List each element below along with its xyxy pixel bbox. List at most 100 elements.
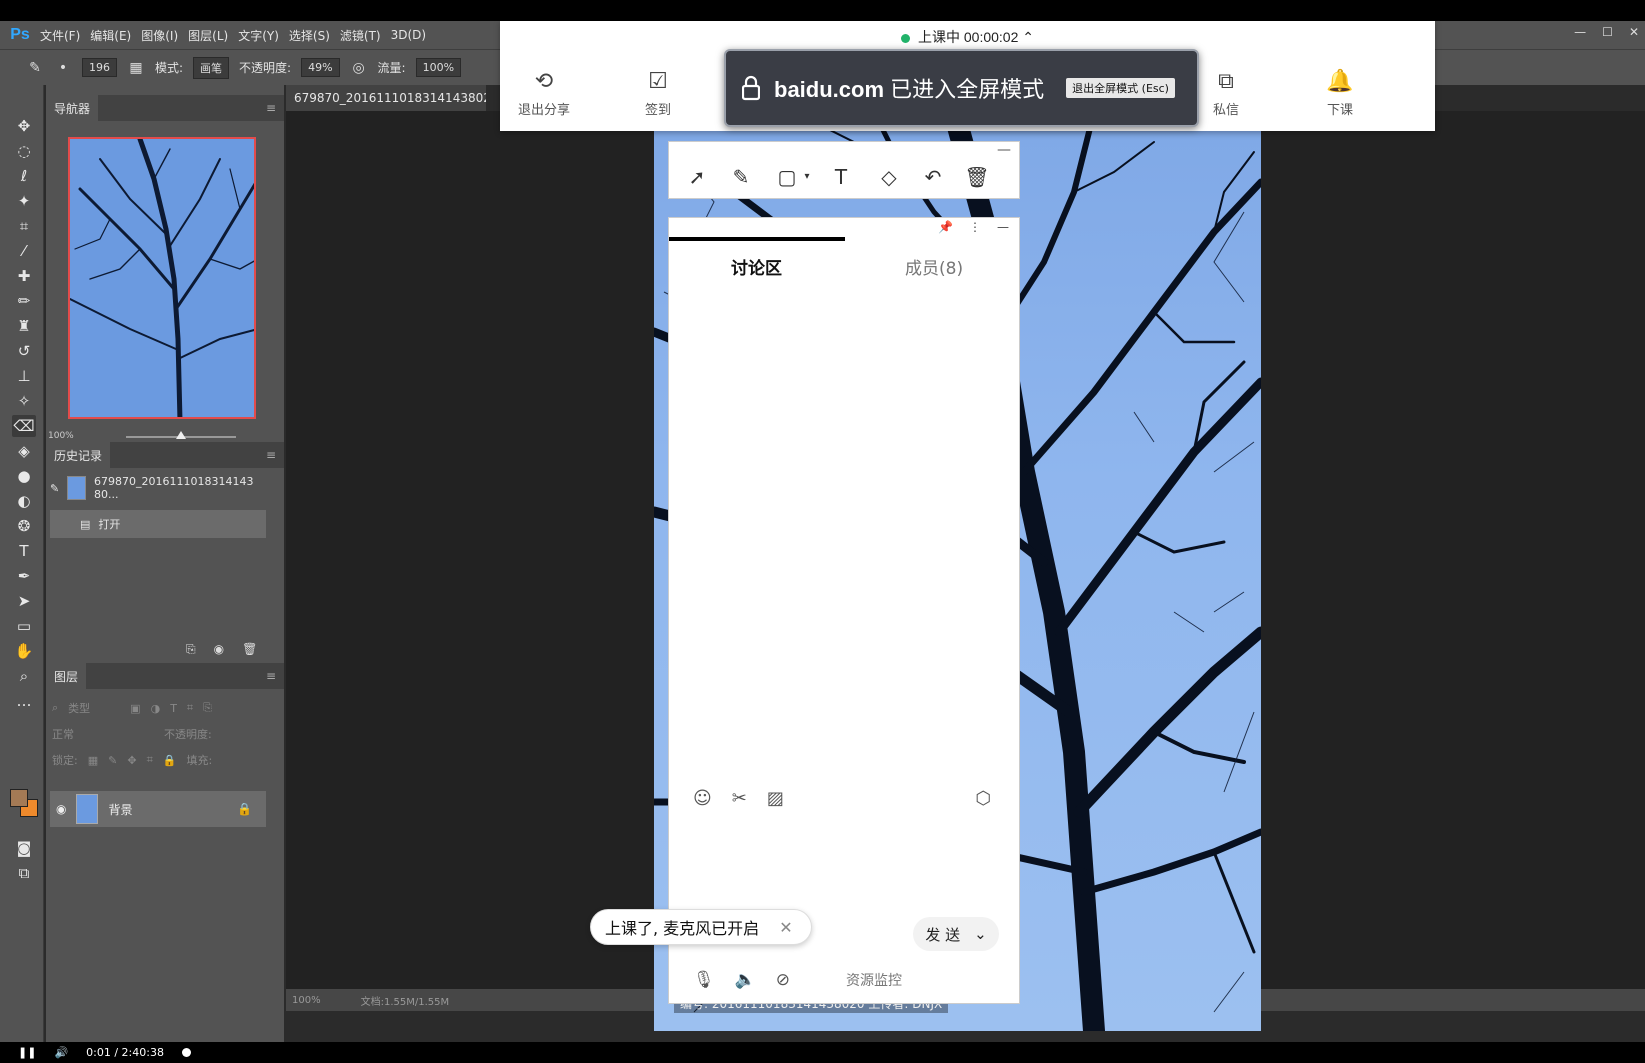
new-snapshot-icon[interactable]: ◉	[214, 642, 224, 657]
menu-filter[interactable]: 滤镜(T)	[340, 27, 391, 44]
exit-share-button[interactable]: ⟲ 退出分享	[504, 69, 584, 118]
lasso-tool-icon[interactable]: ℓ	[12, 165, 36, 187]
hand-tool-icon[interactable]: ✋	[12, 640, 36, 662]
blend-mode-select[interactable]: 正常	[52, 726, 74, 742]
minimize-icon[interactable]: —	[1574, 25, 1586, 39]
clone-stamp-tool-icon[interactable]: ♜	[12, 315, 36, 337]
menu-type[interactable]: 文字(Y)	[238, 27, 289, 44]
resource-monitor-link[interactable]: 资源监控	[846, 970, 902, 990]
marquee-tool-icon[interactable]: ◌	[12, 140, 36, 162]
more-icon[interactable]: ⋮	[969, 220, 981, 234]
dodge-tool-icon[interactable]: ◐	[12, 490, 36, 512]
pressure-opacity-icon[interactable]: ◎	[350, 59, 368, 77]
panel-menu-icon[interactable]: ≡	[266, 448, 276, 462]
pen-tool-icon[interactable]: ✒	[12, 565, 36, 587]
move-tool-icon[interactable]: ✥	[12, 115, 36, 137]
path-selection-tool-icon[interactable]: ➤	[12, 590, 36, 612]
eraser-tool-icon[interactable]: ⌫	[12, 415, 36, 437]
layer-filter-select[interactable]: 类型	[68, 700, 90, 716]
close-icon[interactable]: ✕	[779, 918, 792, 937]
opacity-input[interactable]: 49%	[301, 58, 340, 77]
history-state-open[interactable]: ▤ 打开	[50, 510, 266, 538]
navigator-thumbnail[interactable]	[68, 137, 256, 419]
menu-file[interactable]: 文件(F)	[40, 27, 90, 44]
crop-tool-icon[interactable]: ⌗	[12, 215, 36, 237]
close-icon[interactable]: ✕	[1629, 25, 1639, 39]
eraser-icon[interactable]: ✎	[26, 59, 44, 77]
history-tab[interactable]: 历史记录 ≡	[46, 441, 284, 469]
camera-off-icon[interactable]: ⊘	[776, 970, 790, 990]
volume-icon[interactable]: 🔊	[54, 1046, 68, 1059]
magic-wand-tool-icon[interactable]: ✦	[12, 190, 36, 212]
undo-icon[interactable]: ↶	[919, 164, 947, 190]
layers-tab[interactable]: 图层 ≡	[46, 662, 284, 690]
text-icon[interactable]: T	[827, 164, 855, 190]
brush-preset-icon[interactable]: •	[54, 59, 72, 77]
eraser-icon[interactable]: ◇	[875, 164, 903, 190]
sponge-tool-icon[interactable]: ❂	[12, 515, 36, 537]
mode-select[interactable]: 画笔	[193, 56, 230, 79]
select-arrow-icon[interactable]: ➚	[683, 164, 711, 190]
filter-smart-icon[interactable]: ⎘	[203, 701, 212, 715]
end-class-button[interactable]: 🔔 下课	[1300, 69, 1380, 118]
exit-fullscreen-button[interactable]: 退出全屏模式 (Esc)	[1066, 78, 1175, 98]
send-button[interactable]: 发 送 ⌄	[913, 917, 999, 951]
pause-icon[interactable]: ❚❚	[18, 1046, 36, 1059]
filter-adjust-icon[interactable]: ◑	[151, 702, 161, 715]
paint-bucket-tool-icon[interactable]: ◈	[12, 440, 36, 462]
pen-icon[interactable]: ✎	[727, 164, 755, 190]
tab-discussion[interactable]: 讨论区	[731, 254, 782, 279]
quick-mask-icon[interactable]: ◙	[12, 837, 36, 859]
delete-state-icon[interactable]: 🗑	[242, 642, 257, 657]
lock-all-icon[interactable]: 🔒	[163, 754, 177, 767]
menu-image[interactable]: 图像(I)	[141, 27, 188, 44]
healing-brush-tool-icon[interactable]: ✚	[12, 265, 36, 287]
screen-mode-icon[interactable]: ⧉	[12, 862, 36, 884]
zoom-tool-icon[interactable]: ⌕	[12, 665, 36, 687]
flow-input[interactable]: 100%	[415, 58, 462, 77]
filter-type-icon[interactable]: T	[170, 702, 177, 715]
settings-icon[interactable]: ⬡	[975, 788, 991, 809]
menu-3d[interactable]: 3D(D)	[391, 28, 436, 42]
lock-position-icon[interactable]: ✥	[127, 754, 136, 767]
stamp-tool-icon[interactable]: ⊥	[12, 365, 36, 387]
lock-transparent-icon[interactable]: ▦	[88, 754, 98, 767]
filter-pixel-icon[interactable]: ▣	[130, 702, 140, 715]
minimize-icon[interactable]: —	[997, 142, 1011, 158]
menu-edit[interactable]: 编辑(E)	[90, 27, 141, 44]
rectangle-tool-icon[interactable]: ▭	[12, 615, 36, 637]
layer-row-background[interactable]: ◉ 背景 🔒	[50, 791, 266, 827]
minimize-icon[interactable]: —	[997, 220, 1009, 234]
microphone-icon[interactable]: 🎙	[693, 970, 715, 990]
emoji-icon[interactable]: ☺	[693, 788, 712, 809]
art-history-brush-icon[interactable]: ✧	[12, 390, 36, 412]
foreground-color-swatch[interactable]	[10, 789, 28, 807]
panel-menu-icon[interactable]: ≡	[266, 669, 276, 683]
menu-select[interactable]: 选择(S)	[289, 27, 340, 44]
speaker-icon[interactable]: 🔈	[735, 970, 756, 990]
document-tab[interactable]: 679870_20161110183141438020_	[286, 85, 486, 111]
lock-artboard-icon[interactable]: ⌗	[147, 753, 153, 767]
pin-icon[interactable]: 📌	[938, 220, 953, 234]
progress-handle[interactable]	[181, 1048, 191, 1057]
new-document-from-state-icon[interactable]: ⎘	[186, 642, 196, 657]
history-brush-source-icon[interactable]: ✎	[50, 482, 59, 495]
navigator-tab[interactable]: 导航器 ≡	[46, 94, 284, 122]
more-tools-icon[interactable]: …	[12, 690, 36, 712]
tab-members[interactable]: 成员(8)	[905, 254, 963, 279]
type-tool-icon[interactable]: T	[12, 540, 36, 562]
history-brush-tool-icon[interactable]: ↺	[12, 340, 36, 362]
panel-menu-icon[interactable]: ≡	[266, 101, 276, 115]
history-snapshot[interactable]: ✎ 679870_2016111018314143​80...	[50, 474, 266, 502]
chevron-down-icon[interactable]: ▾	[793, 164, 821, 190]
brush-panel-icon[interactable]: ▦	[127, 59, 145, 77]
eyedropper-tool-icon[interactable]: ⁄	[12, 240, 36, 262]
maximize-icon[interactable]: ☐	[1602, 25, 1613, 39]
trash-icon[interactable]: 🗑	[963, 164, 991, 190]
class-status[interactable]: 上课中 00:00:02 ⌃	[500, 27, 1435, 47]
scissors-icon[interactable]: ✂	[732, 788, 747, 809]
checkin-button[interactable]: ☑ 签到	[618, 69, 698, 118]
menu-layer[interactable]: 图层(L)	[188, 27, 238, 44]
image-icon[interactable]: ▨	[767, 788, 784, 809]
brush-tool-icon[interactable]: ✏	[12, 290, 36, 312]
